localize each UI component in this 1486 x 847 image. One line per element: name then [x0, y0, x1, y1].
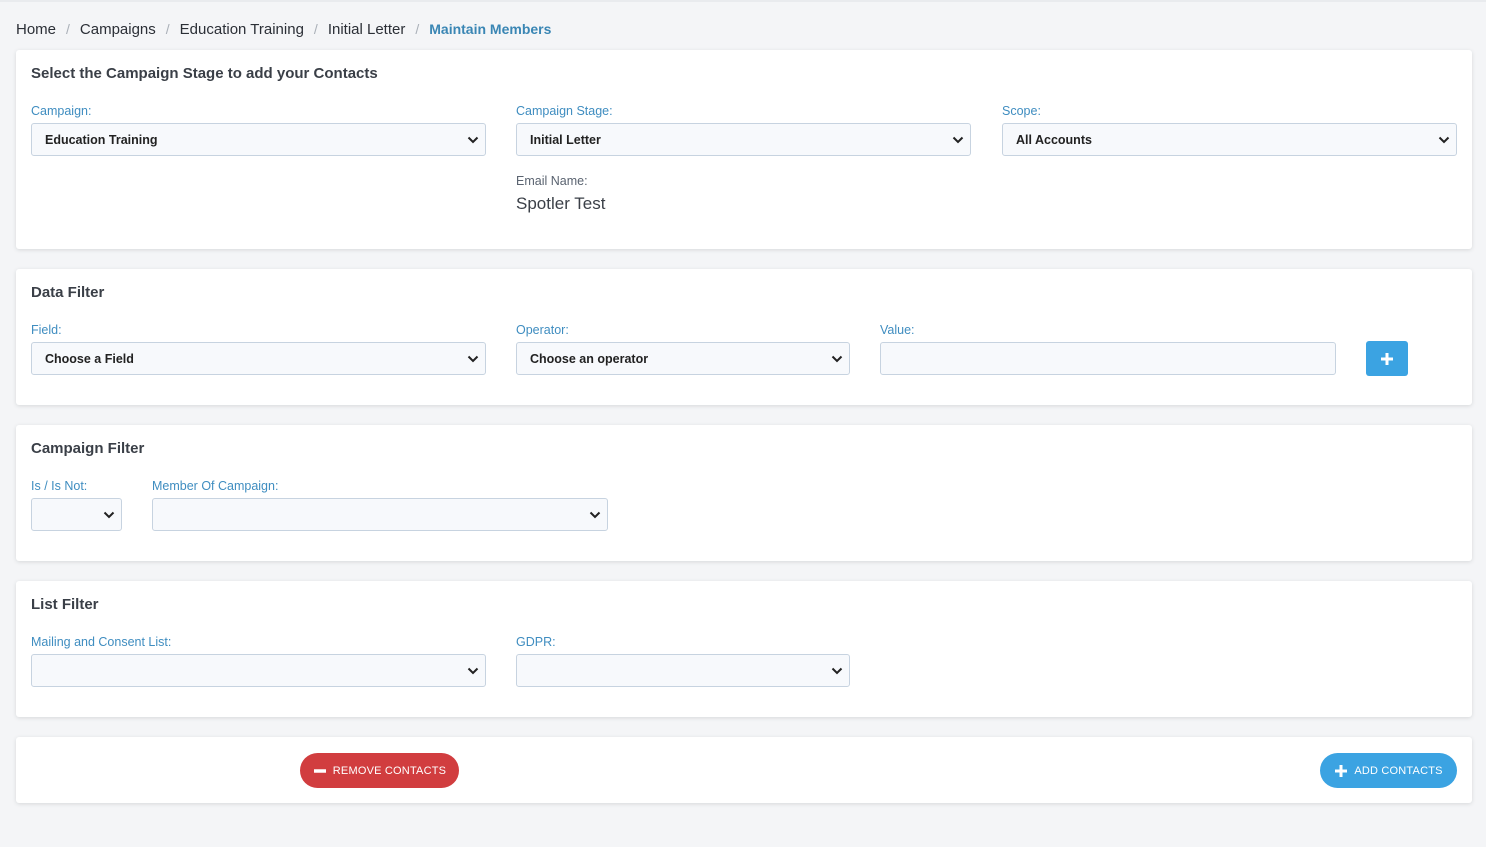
scope-select-value: All Accounts: [1016, 132, 1092, 147]
campaign-stage-select-value: Initial Letter: [530, 132, 601, 147]
chevron-down-icon: [467, 667, 479, 675]
breadcrumb-separator: /: [415, 21, 420, 37]
campaign-stage-title: Select the Campaign Stage to add your Co…: [31, 65, 378, 82]
operator-label: Operator:: [516, 323, 569, 337]
mailing-consent-list-select[interactable]: [31, 654, 486, 687]
remove-contacts-button[interactable]: REMOVE CONTACTS: [300, 753, 459, 788]
chevron-down-icon: [467, 136, 479, 144]
value-input[interactable]: [880, 342, 1336, 375]
plus-icon: [1381, 352, 1393, 365]
breadcrumb-separator: /: [66, 21, 70, 37]
operator-select[interactable]: Choose an operator: [516, 342, 850, 375]
breadcrumb-initial-letter[interactable]: Initial Letter: [328, 21, 406, 38]
email-name-label: Email Name:: [516, 174, 588, 188]
email-name-value: Spotler Test: [516, 194, 606, 213]
list-filter-card: List Filter Mailing and Consent List: GD…: [16, 581, 1472, 717]
actions-card: REMOVE CONTACTS ADD CONTACTS: [16, 737, 1472, 803]
chevron-down-icon: [1438, 136, 1450, 144]
gdpr-select[interactable]: [516, 654, 850, 687]
chevron-down-icon: [103, 511, 115, 519]
field-select[interactable]: Choose a Field: [31, 342, 486, 375]
campaign-filter-title: Campaign Filter: [31, 440, 145, 457]
campaign-select-value: Education Training: [45, 132, 158, 147]
scope-select[interactable]: All Accounts: [1002, 123, 1457, 156]
remove-contacts-label: REMOVE CONTACTS: [332, 764, 447, 777]
value-label: Value:: [880, 323, 915, 337]
add-filter-button[interactable]: [1366, 341, 1408, 376]
member-of-campaign-label: Member Of Campaign:: [152, 479, 279, 493]
scope-label: Scope:: [1002, 104, 1041, 118]
breadcrumb-home[interactable]: Home: [16, 21, 56, 38]
breadcrumb-current: Maintain Members: [429, 21, 552, 37]
list-filter-title: List Filter: [31, 596, 99, 613]
campaign-filter-card: Campaign Filter Is / Is Not: Member Of C…: [16, 425, 1472, 561]
breadcrumb-education-training[interactable]: Education Training: [180, 21, 304, 38]
member-of-campaign-select[interactable]: [152, 498, 608, 531]
plus-icon: [1334, 764, 1348, 778]
chevron-down-icon: [589, 511, 601, 519]
breadcrumb: Home / Campaigns / Education Training / …: [16, 18, 551, 40]
breadcrumb-campaigns[interactable]: Campaigns: [80, 21, 156, 38]
operator-select-value: Choose an operator: [530, 351, 649, 366]
mailing-consent-list-label: Mailing and Consent List:: [31, 635, 172, 649]
data-filter-card: Data Filter Field: Choose a Field Operat…: [16, 269, 1472, 405]
campaign-label: Campaign:: [31, 104, 92, 118]
chevron-down-icon: [952, 136, 964, 144]
campaign-stage-label: Campaign Stage:: [516, 104, 613, 118]
field-select-value: Choose a Field: [45, 351, 134, 366]
minus-icon: [313, 764, 327, 778]
campaign-select[interactable]: Education Training: [31, 123, 486, 156]
add-contacts-button[interactable]: ADD CONTACTS: [1320, 753, 1457, 788]
field-label: Field:: [31, 323, 62, 337]
breadcrumb-separator: /: [313, 21, 318, 37]
is-not-label: Is / Is Not:: [31, 479, 88, 493]
campaign-stage-card: Select the Campaign Stage to add your Co…: [16, 50, 1472, 249]
is-not-select[interactable]: [31, 498, 122, 531]
add-contacts-label: ADD CONTACTS: [1354, 764, 1443, 777]
campaign-stage-select[interactable]: Initial Letter: [516, 123, 971, 156]
gdpr-label: GDPR:: [516, 635, 556, 649]
chevron-down-icon: [831, 667, 843, 675]
breadcrumb-separator: /: [165, 21, 170, 37]
chevron-down-icon: [467, 355, 479, 363]
data-filter-title: Data Filter: [31, 284, 105, 301]
chevron-down-icon: [831, 355, 843, 363]
